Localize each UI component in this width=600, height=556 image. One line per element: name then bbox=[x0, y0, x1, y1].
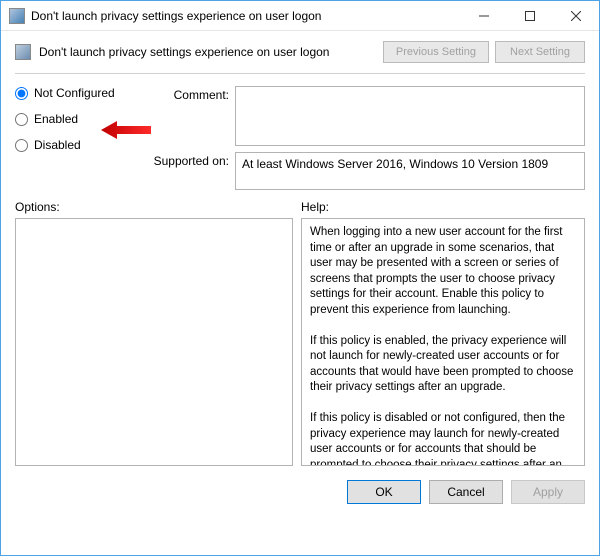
radio-disabled-input[interactable] bbox=[15, 139, 28, 152]
apply-button[interactable]: Apply bbox=[511, 480, 585, 504]
window-controls bbox=[461, 1, 599, 30]
options-label: Options: bbox=[15, 200, 301, 214]
next-setting-button[interactable]: Next Setting bbox=[495, 41, 585, 63]
titlebar: Don't launch privacy settings experience… bbox=[1, 1, 599, 31]
settings-section: Not Configured Enabled Disabled Comment:… bbox=[1, 74, 599, 196]
panel-labels: Options: Help: bbox=[1, 196, 599, 218]
radio-disabled[interactable]: Disabled bbox=[15, 138, 135, 152]
radio-not-configured[interactable]: Not Configured bbox=[15, 86, 135, 100]
options-panel bbox=[15, 218, 293, 466]
radio-enabled[interactable]: Enabled bbox=[15, 112, 135, 126]
comment-label: Comment: bbox=[143, 86, 229, 146]
comment-input[interactable] bbox=[235, 86, 585, 146]
help-label: Help: bbox=[301, 200, 329, 214]
dialog-footer: OK Cancel Apply bbox=[1, 466, 599, 514]
minimize-button[interactable] bbox=[461, 1, 507, 30]
policy-header: Don't launch privacy settings experience… bbox=[1, 31, 599, 69]
help-panel[interactable]: When logging into a new user account for… bbox=[301, 218, 585, 466]
window-icon bbox=[9, 8, 25, 24]
radio-disabled-label: Disabled bbox=[34, 138, 81, 152]
radio-not-configured-label: Not Configured bbox=[34, 86, 115, 100]
state-radio-group: Not Configured Enabled Disabled bbox=[15, 86, 135, 190]
panels-row: When logging into a new user account for… bbox=[1, 218, 599, 466]
policy-icon bbox=[15, 44, 31, 60]
supported-on-field bbox=[235, 152, 585, 190]
maximize-button[interactable] bbox=[507, 1, 553, 30]
supported-label: Supported on: bbox=[143, 152, 229, 190]
radio-enabled-label: Enabled bbox=[34, 112, 78, 126]
ok-button[interactable]: OK bbox=[347, 480, 421, 504]
previous-setting-button[interactable]: Previous Setting bbox=[383, 41, 489, 63]
fields-column: Comment: Supported on: bbox=[143, 86, 585, 190]
policy-title: Don't launch privacy settings experience… bbox=[39, 45, 383, 59]
close-button[interactable] bbox=[553, 1, 599, 30]
window-title: Don't launch privacy settings experience… bbox=[31, 9, 461, 23]
cancel-button[interactable]: Cancel bbox=[429, 480, 503, 504]
radio-not-configured-input[interactable] bbox=[15, 87, 28, 100]
radio-enabled-input[interactable] bbox=[15, 113, 28, 126]
